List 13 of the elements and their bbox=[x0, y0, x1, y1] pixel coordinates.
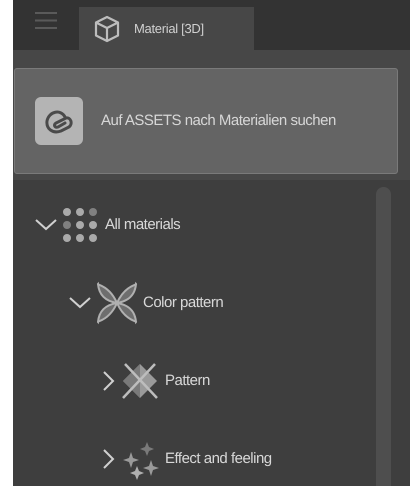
petals-icon bbox=[95, 281, 139, 325]
assets-search-button[interactable]: Auf ASSETS nach Materialien suchen bbox=[14, 68, 398, 174]
chevron-right-icon[interactable] bbox=[103, 371, 115, 391]
panel-tab[interactable]: Material [3D] bbox=[79, 7, 254, 50]
tree-item[interactable]: Effect and feeling bbox=[165, 448, 272, 470]
tree-item[interactable]: Color pattern bbox=[143, 292, 224, 314]
link-icon bbox=[35, 97, 83, 145]
chevron-down-icon[interactable] bbox=[35, 219, 57, 231]
chevron-right-icon[interactable] bbox=[103, 449, 115, 469]
tree-item[interactable]: All materials bbox=[105, 214, 180, 236]
chevron-down-icon[interactable] bbox=[69, 297, 91, 309]
cube-icon bbox=[94, 14, 120, 42]
tree-item[interactable]: Pattern bbox=[165, 370, 210, 392]
